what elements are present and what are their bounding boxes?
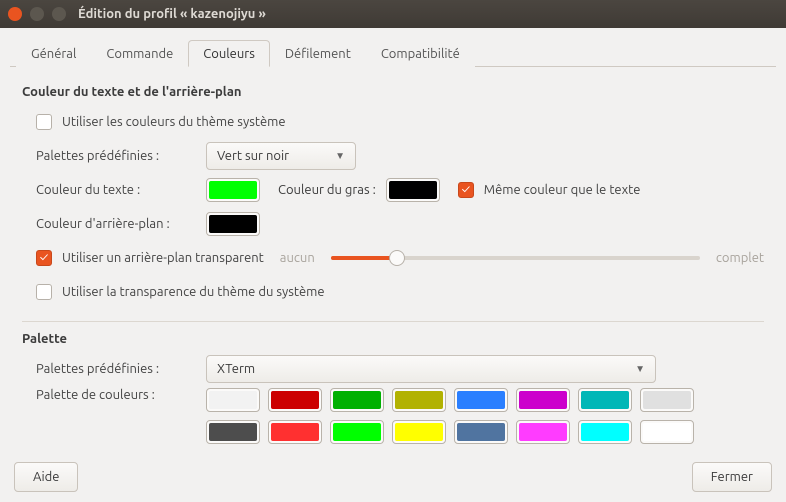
palette-color-1[interactable] [268, 388, 322, 412]
palette-swatch-5 [519, 391, 567, 409]
palette-swatch-3 [395, 391, 443, 409]
palette-color-11[interactable] [392, 420, 446, 444]
palette-grid [206, 388, 694, 444]
label-bg-color: Couleur d'arrière-plan : [36, 217, 196, 231]
palette-swatch-6 [581, 391, 629, 409]
window-maximize-icon[interactable] [52, 7, 66, 21]
palette-swatch-2 [333, 391, 381, 409]
palette-color-6[interactable] [578, 388, 632, 412]
tab-scrolling[interactable]: Défilement [270, 40, 366, 67]
palette-color-3[interactable] [392, 388, 446, 412]
slider-max-label: complet [716, 251, 764, 265]
palette-swatch-10 [333, 423, 381, 441]
chevron-down-icon: ▼ [635, 363, 645, 375]
palette-swatch-12 [457, 423, 505, 441]
transparency-slider[interactable] [331, 256, 700, 260]
palette-color-0[interactable] [206, 388, 260, 412]
help-button[interactable]: Aide [14, 462, 78, 492]
tab-command[interactable]: Commande [91, 40, 188, 67]
label-palette-schemes: Palettes prédéfinies : [36, 362, 196, 376]
color-button-text[interactable] [206, 178, 260, 202]
window-title: Édition du profil « kazenojiyu » [78, 7, 266, 21]
label-same-bold: Même couleur que le texte [484, 183, 641, 197]
palette-swatch-15 [643, 423, 691, 441]
palette-swatch-8 [209, 423, 257, 441]
window-body: Général Commande Couleurs Défilement Com… [0, 28, 786, 502]
select-palette-schemes[interactable]: XTerm ▼ [206, 355, 656, 383]
palette-color-2[interactable] [330, 388, 384, 412]
label-builtin-schemes: Palettes prédéfinies : [36, 149, 196, 163]
palette-swatch-14 [581, 423, 629, 441]
checkbox-use-theme-colors[interactable] [36, 114, 52, 130]
swatch-text-color [209, 181, 257, 199]
palette-color-8[interactable] [206, 420, 260, 444]
checkbox-transparent-bg[interactable] [36, 250, 52, 266]
select-palette-schemes-value: XTerm [217, 362, 255, 376]
slider-min-label: aucun [280, 251, 315, 265]
chevron-down-icon: ▼ [335, 150, 345, 162]
palette-color-5[interactable] [516, 388, 570, 412]
palette-swatch-13 [519, 423, 567, 441]
select-builtin-schemes[interactable]: Vert sur noir ▼ [206, 142, 356, 170]
palette-swatch-0 [209, 391, 257, 409]
palette-color-4[interactable] [454, 388, 508, 412]
label-use-theme-transparency: Utiliser la transparence du thème du sys… [62, 285, 325, 299]
tab-content-colors: Couleur du texte et de l'arrière-plan Ut… [10, 67, 776, 456]
tab-compat[interactable]: Compatibilité [366, 40, 475, 67]
label-text-color: Couleur du texte : [36, 183, 196, 197]
palette-color-15[interactable] [640, 420, 694, 444]
slider-fill [331, 256, 397, 260]
close-button[interactable]: Fermer [692, 462, 772, 492]
separator [22, 321, 764, 322]
titlebar: Édition du profil « kazenojiyu » [0, 0, 786, 28]
palette-swatch-4 [457, 391, 505, 409]
palette-color-7[interactable] [640, 388, 694, 412]
palette-color-14[interactable] [578, 420, 632, 444]
palette-swatch-9 [271, 423, 319, 441]
label-palette-colors: Palette de couleurs : [36, 388, 196, 402]
color-button-bold[interactable] [386, 178, 440, 202]
tab-colors[interactable]: Couleurs [188, 40, 270, 67]
dialog-footer: Aide Fermer [10, 456, 776, 492]
label-transparent-bg: Utiliser un arrière-plan transparent [62, 251, 264, 265]
window-minimize-icon[interactable] [30, 7, 44, 21]
palette-color-12[interactable] [454, 420, 508, 444]
tabbar: Général Commande Couleurs Défilement Com… [10, 40, 776, 67]
tab-general[interactable]: Général [16, 40, 91, 67]
palette-color-10[interactable] [330, 420, 384, 444]
checkbox-same-bold[interactable] [458, 182, 474, 198]
palette-color-9[interactable] [268, 420, 322, 444]
window-close-icon[interactable] [8, 7, 22, 21]
palette-color-13[interactable] [516, 420, 570, 444]
palette-swatch-11 [395, 423, 443, 441]
checkbox-use-theme-transparency[interactable] [36, 284, 52, 300]
section-title-fgbg: Couleur du texte et de l'arrière-plan [22, 85, 764, 99]
select-builtin-schemes-value: Vert sur noir [217, 149, 289, 163]
palette-swatch-7 [643, 391, 691, 409]
color-button-bg[interactable] [206, 212, 260, 236]
palette-swatch-1 [271, 391, 319, 409]
section-title-palette: Palette [22, 332, 764, 346]
slider-thumb[interactable] [389, 250, 405, 266]
label-bold-color: Couleur du gras : [278, 183, 376, 197]
swatch-bold-color [389, 181, 437, 199]
label-use-theme-colors: Utiliser les couleurs du thème système [62, 115, 286, 129]
swatch-bg-color [209, 215, 257, 233]
